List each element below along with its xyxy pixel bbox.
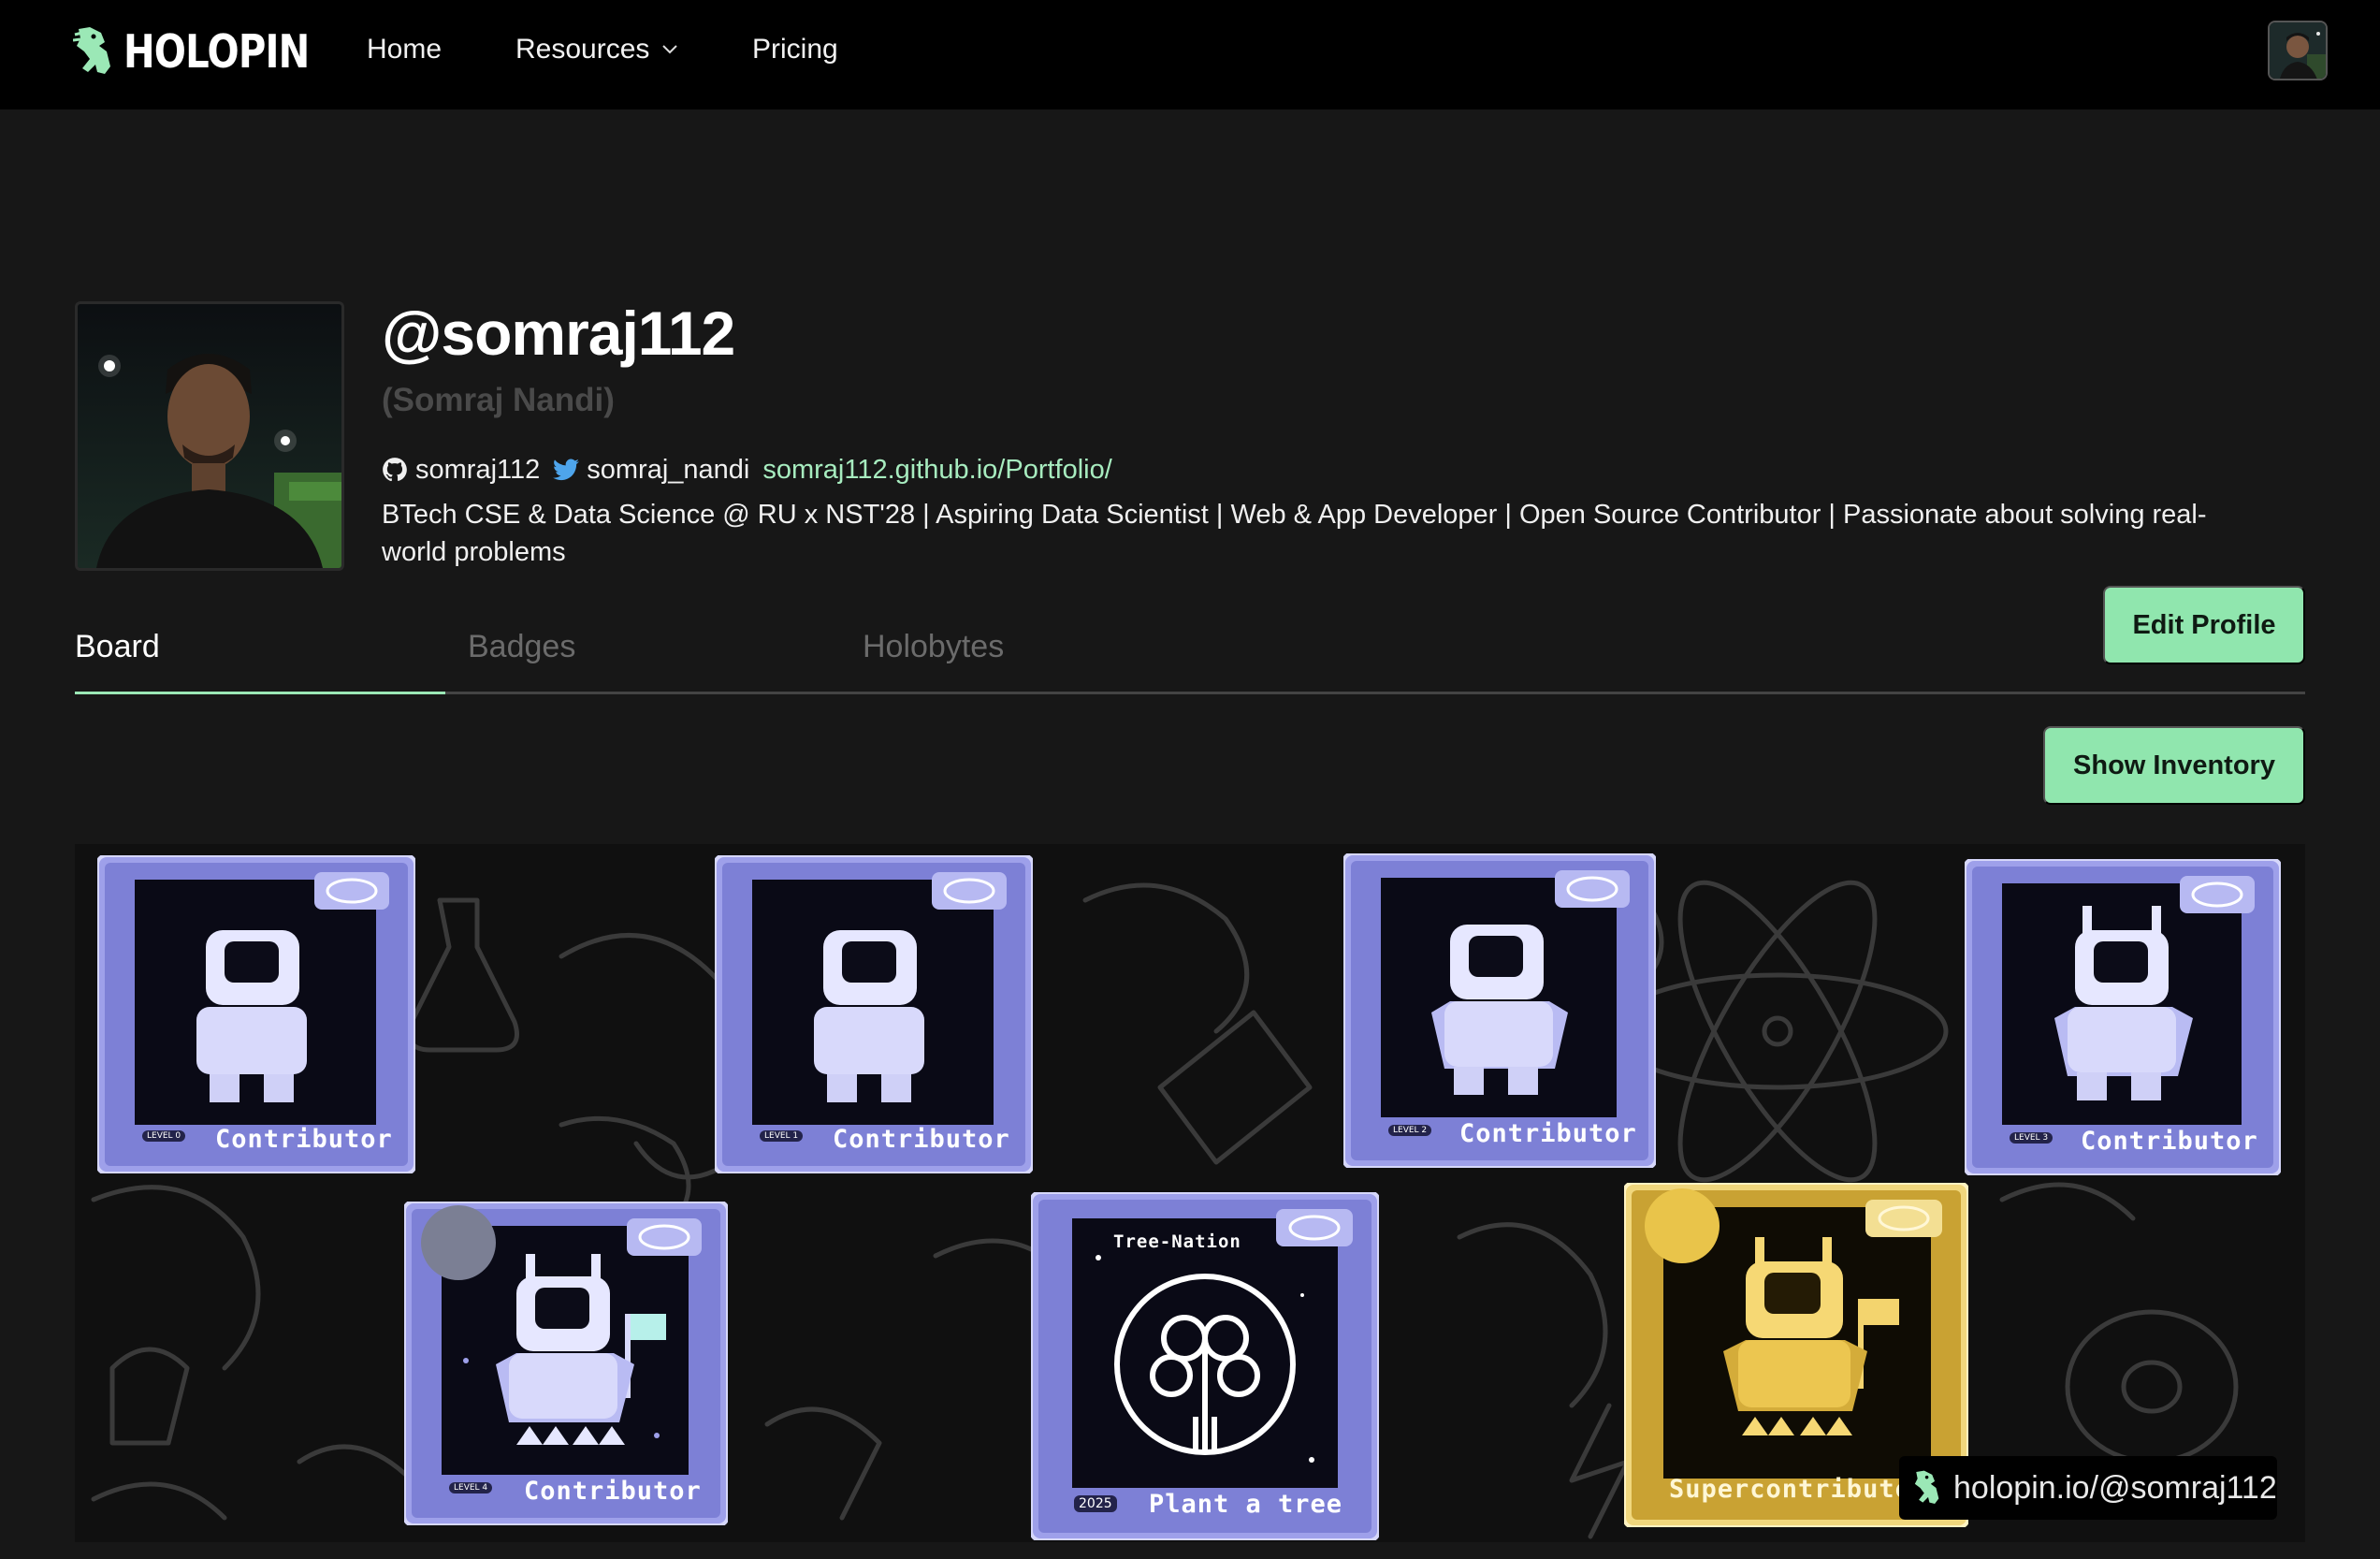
holopin-logo[interactable]: HOLOPIN [73,22,350,80]
show-inventory-button[interactable]: Show Inventory [2043,726,2305,805]
tab-badges[interactable]: Badges [468,629,575,694]
pin-label: Contributor [833,1125,1010,1154]
profile-socials: somraj112 somraj_nandi somraj112.github.… [382,453,1112,487]
pin-level-badge: LEVEL 1 [760,1130,804,1142]
website-link[interactable]: somraj112.github.io/Portfolio/ [762,455,1111,486]
tab-board[interactable]: Board [75,629,445,694]
twitter-username: somraj_nandi [587,454,750,485]
avatar-photo [2270,22,2326,79]
pin-contributor-level-4[interactable]: LEVEL 4 Contributor [404,1202,728,1525]
profile-handle: @somraj112 [382,299,735,368]
logo-text: HOLOPIN [123,24,310,79]
edit-profile-button[interactable]: Edit Profile [2103,586,2305,664]
profile-photo [75,301,344,571]
holopin-watermark[interactable]: holopin.io/@somraj112 [1899,1456,2277,1520]
pin-contributor-level-2[interactable]: LEVEL 2 Contributor [1343,853,1656,1168]
nav-resources-dropdown[interactable]: Resources [515,34,678,66]
pin-contributor-level-3[interactable]: LEVEL 3 Contributor [1965,859,2281,1175]
pin-plant-a-tree[interactable]: Tree-Nation 2025 Plant a tree [1031,1192,1379,1540]
pin-level-badge: LEVEL 2 [1388,1125,1432,1136]
pin-label: Plant a tree [1149,1490,1343,1519]
github-link[interactable]: somraj112 [382,455,540,486]
pin-contributor-level-0[interactable]: LEVEL 0 Contributor [97,855,415,1173]
pin-level-badge: LEVEL 0 [142,1130,186,1142]
github-icon [383,458,407,482]
pin-year-badge: 2025 [1074,1495,1117,1512]
pin-label: Contributor [2081,1127,2258,1156]
pin-label: Contributor [524,1477,702,1506]
pin-label: Contributor [1459,1119,1637,1148]
dino-logo-icon [73,27,110,74]
twitter-icon [553,459,580,481]
pin-label: Contributor [215,1125,393,1154]
nav-resources-label: Resources [515,34,650,65]
pin-level-badge: LEVEL 4 [449,1482,493,1493]
twitter-link[interactable]: somraj_nandi [553,455,749,486]
watermark-url: holopin.io/@somraj112 [1953,1469,2277,1506]
pin-level-badge: LEVEL 3 [2010,1132,2053,1144]
profile-tabs: Board Badges Holobytes [75,629,2305,694]
profile-bio: BTech CSE & Data Science @ RU x NST'28 |… [382,500,2207,567]
top-navbar: HOLOPIN Home Resources Pricing [0,0,2380,109]
user-avatar[interactable] [2268,21,2328,80]
pin-label: Supercontributor [1669,1475,1928,1504]
github-username: somraj112 [415,454,541,485]
dino-logo-icon [1914,1470,1939,1504]
pin-contributor-level-1[interactable]: LEVEL 1 Contributor [715,855,1033,1173]
nav-pricing-link[interactable]: Pricing [752,34,838,66]
profile-full-name: (Somraj Nandi) [382,382,615,418]
pin-top-label: Tree-Nation [1113,1231,1241,1252]
nav-home-link[interactable]: Home [367,34,442,66]
tab-holobytes[interactable]: Holobytes [863,629,1004,694]
chevron-down-icon [662,45,678,54]
